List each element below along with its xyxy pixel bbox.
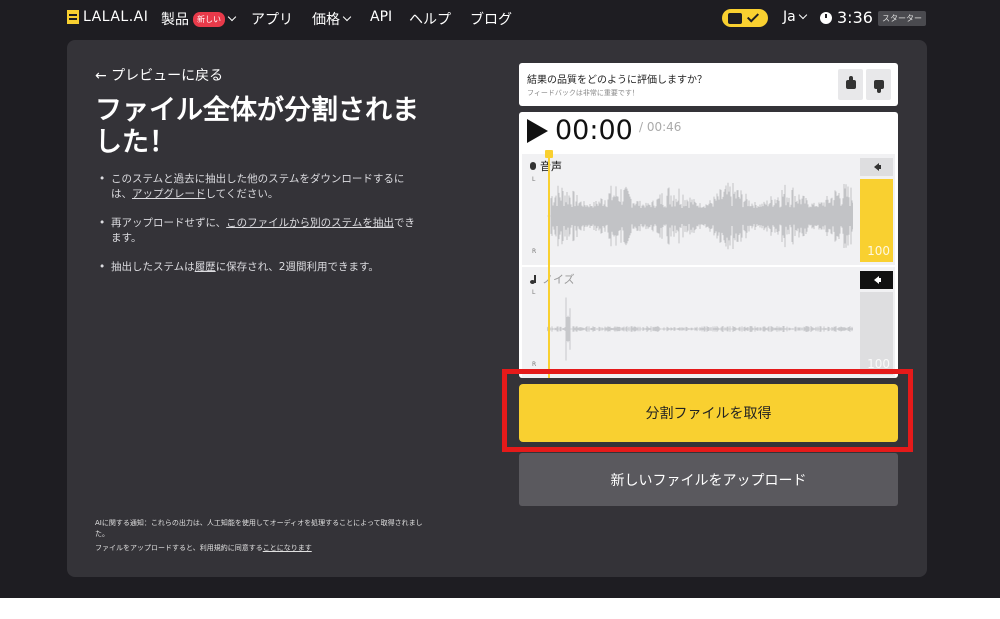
nav-help[interactable]: ヘルプ	[409, 9, 451, 29]
storage-pill[interactable]	[722, 9, 768, 27]
nav-pricing[interactable]: 価格	[312, 9, 352, 29]
terms-notice: ファイルをアップロードすると、利用規約に同意することになります	[95, 543, 312, 553]
playhead[interactable]	[548, 152, 550, 378]
upload-new-file-button[interactable]: 新しいファイルをアップロード	[519, 453, 898, 506]
channel-right-label: R	[532, 361, 537, 368]
app-window: LALAL.AI 製品 新しい アプリ 価格 API ヘルプ ブログ Ja 3:…	[0, 0, 1000, 598]
terms-link[interactable]: ことになります	[263, 544, 312, 552]
plan-badge[interactable]: スターター	[878, 11, 926, 26]
new-badge: 新しい	[193, 11, 225, 27]
info-item: このステムと過去に抽出した他のステムをダウンロードするには、アップグレードしてく…	[99, 172, 419, 202]
nav-products[interactable]: 製品 新しい	[161, 9, 237, 29]
thumbs-up-button[interactable]	[838, 69, 863, 100]
clock-icon	[820, 11, 832, 24]
microphone-icon	[530, 162, 536, 170]
track-vocal: 音声 L R 100	[522, 154, 895, 265]
thumbs-up-icon	[845, 76, 856, 89]
info-text: に保存され、2週間利用できます。	[215, 261, 379, 273]
chevron-down-icon	[798, 10, 807, 20]
nav-help-label: ヘルプ	[409, 12, 451, 28]
speaker-icon	[874, 276, 881, 284]
play-icon[interactable]	[527, 119, 548, 143]
logo-text: LALAL.AI	[83, 9, 149, 25]
get-stems-button[interactable]: 分割ファイルを取得	[519, 384, 898, 442]
info-text: してください。	[205, 188, 279, 200]
top-nav: LALAL.AI 製品 新しい アプリ 価格 API ヘルプ ブログ Ja 3:…	[0, 0, 1000, 36]
upgrade-link[interactable]: アップグレード	[132, 188, 206, 200]
info-text: 抽出したステムは	[111, 261, 195, 273]
nav-pricing-label: 価格	[312, 12, 340, 28]
nav-apps[interactable]: アプリ	[251, 9, 293, 29]
language-select[interactable]: Ja	[783, 9, 807, 25]
volume-slider-noise[interactable]: 100	[860, 292, 893, 375]
logo-icon	[67, 10, 79, 24]
channel-right-label: R	[532, 248, 537, 255]
thumbs-down-icon	[873, 80, 884, 89]
nav-products-label: 製品	[161, 12, 189, 28]
language-label: Ja	[783, 9, 796, 25]
minutes-value: 3:36	[837, 8, 873, 27]
info-item: 抽出したステムは履歴に保存され、2週間利用できます。	[99, 260, 419, 275]
mute-button-vocal[interactable]	[860, 158, 893, 176]
check-icon	[746, 10, 760, 23]
extract-other-stem-link[interactable]: このファイルから別のステムを抽出	[226, 217, 394, 229]
box-icon	[728, 12, 742, 24]
music-note-icon	[530, 274, 538, 284]
nav-blog[interactable]: ブログ	[470, 9, 512, 29]
total-time: / 00:46	[639, 120, 682, 134]
info-text: 再アップロードせずに、	[111, 217, 227, 229]
rating-question: 結果の品質をどのように評価しますか？	[527, 75, 707, 86]
ai-notice: AIに関する通知：これらの出力は、人工知能を使用してオーディオを処理することによ…	[95, 519, 423, 538]
main-panel: ← プレビューに戻る ファイル全体が分割されました！ このステムと過去に抽出した…	[67, 40, 927, 577]
chevron-down-icon	[227, 12, 237, 22]
current-time: 00:00	[555, 115, 633, 146]
volume-slider-vocal[interactable]: 100	[860, 179, 893, 262]
chevron-down-icon	[342, 12, 352, 22]
history-link[interactable]: 履歴	[195, 261, 216, 273]
track-noise: ノイズ L R 100	[522, 267, 895, 378]
waveform-vocal[interactable]	[547, 172, 853, 260]
waveform-noise[interactable]	[547, 285, 853, 373]
volume-value: 100	[867, 244, 890, 258]
nav-apps-label: アプリ	[251, 12, 293, 28]
nav-api-label: API	[370, 9, 393, 25]
rating-card: 結果の品質をどのように評価しますか？ フィードバックは非常に重要です！	[519, 63, 898, 106]
channel-left-label: L	[532, 176, 536, 183]
thumbs-down-button[interactable]	[866, 69, 891, 100]
info-item: 再アップロードせずに、このファイルから別のステムを抽出できます。	[99, 216, 419, 246]
nav-blog-label: ブログ	[470, 12, 512, 28]
playhead-handle[interactable]	[545, 150, 553, 158]
channel-left-label: L	[532, 289, 536, 296]
audio-player: 00:00 / 00:46 音声 L R 100 ノイズ L R 100	[519, 112, 898, 378]
minutes-counter[interactable]: 3:36	[820, 8, 873, 27]
mute-button-noise[interactable]	[860, 271, 893, 289]
page-title: ファイル全体が分割されました！	[95, 95, 419, 158]
info-list: このステムと過去に抽出した他のステムをダウンロードするには、アップグレードしてく…	[99, 172, 419, 289]
logo[interactable]: LALAL.AI	[67, 9, 148, 25]
speaker-icon	[874, 163, 881, 171]
terms-text: ファイルをアップロードすると、利用規約に同意する	[95, 544, 263, 552]
rating-subtitle: フィードバックは非常に重要です！	[527, 89, 639, 97]
back-to-preview-link[interactable]: ← プレビューに戻る	[95, 65, 223, 85]
nav-api[interactable]: API	[370, 9, 392, 25]
